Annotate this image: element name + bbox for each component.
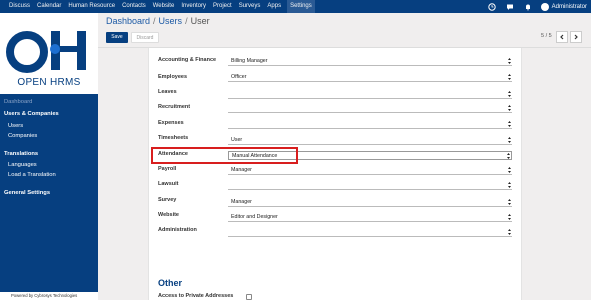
user-name[interactable]: Administrator	[552, 4, 587, 10]
attendance-highlight-box	[151, 147, 298, 164]
section-title-other: Other	[158, 278, 183, 288]
chevron-right-icon	[574, 34, 578, 40]
select-caret-icon	[508, 91, 511, 97]
select-administration[interactable]	[228, 228, 512, 237]
menu-human-resource[interactable]: Human Resource	[67, 0, 116, 13]
pager-counter[interactable]: 5 / 5	[541, 33, 552, 39]
select-caret-icon	[508, 105, 511, 111]
select-caret-icon	[508, 182, 511, 188]
select-caret-icon	[507, 153, 510, 159]
private-addresses-checkbox[interactable]	[246, 294, 252, 300]
sidebar-item-translations[interactable]: Translations	[4, 151, 38, 157]
field-label-lawsuit: Lawsuit	[158, 181, 179, 187]
field-label-private-addresses: Access to Private Addresses	[158, 293, 234, 299]
chat-icon[interactable]	[506, 3, 514, 11]
select-leaves[interactable]	[228, 90, 512, 99]
bell-icon[interactable]	[524, 3, 532, 11]
field-label-timesheets: Timesheets	[158, 135, 189, 141]
field-label-expenses: Expenses	[158, 120, 184, 126]
select-accounting-value: Billing Manager	[231, 58, 268, 64]
select-survey-value: Manager	[231, 199, 252, 205]
select-caret-icon	[508, 137, 511, 143]
select-timesheets-value: User	[231, 137, 243, 143]
select-lawsuit[interactable]	[228, 181, 512, 190]
menu-contacts[interactable]: Contacts	[121, 0, 147, 13]
breadcrumb-dashboard[interactable]: Dashboard	[106, 16, 150, 26]
menu-website[interactable]: Website	[152, 0, 176, 13]
sidebar-item-general-settings[interactable]: General Settings	[4, 190, 50, 196]
select-website[interactable]: Editor and Designer	[228, 213, 512, 222]
breadcrumb-separator: /	[153, 16, 156, 26]
menu-discuss[interactable]: Discuss	[8, 0, 31, 13]
select-caret-icon	[508, 58, 511, 64]
select-caret-icon	[508, 167, 511, 173]
breadcrumb-users[interactable]: Users	[159, 16, 183, 26]
discard-button[interactable]: Discard	[131, 32, 159, 43]
select-website-value: Editor and Designer	[231, 214, 278, 220]
top-navbar: Discuss Calendar Human Resource Contacts…	[0, 0, 591, 13]
breadcrumb-separator: /	[185, 16, 188, 26]
select-caret-icon	[508, 199, 511, 205]
sidebar-item-load-translation[interactable]: Load a Translation	[8, 172, 56, 178]
systray: Administrator	[478, 0, 587, 13]
chevron-left-icon	[560, 34, 564, 40]
clock-icon[interactable]	[487, 2, 496, 11]
sidebar-item-dashboard[interactable]: Dashboard	[4, 99, 32, 105]
select-employees-value: Officer	[231, 74, 247, 80]
field-label-survey: Survey	[158, 197, 177, 203]
select-caret-icon	[508, 214, 511, 220]
pager-previous-button[interactable]	[556, 31, 568, 43]
breadcrumb: Dashboard / Users / User	[106, 16, 210, 26]
menu-surveys[interactable]: Surveys	[238, 0, 262, 13]
select-caret-icon	[508, 74, 511, 80]
sidebar-item-users[interactable]: Users	[8, 123, 23, 129]
select-payroll[interactable]: Manager	[228, 166, 512, 175]
logo: OPEN HRMS	[0, 13, 98, 94]
pager-next-button[interactable]	[570, 31, 582, 43]
powered-by: Powered by Cybrosys Technologies	[0, 292, 98, 300]
app-menu: Discuss Calendar Human Resource Contacts…	[8, 0, 320, 13]
menu-inventory[interactable]: Inventory	[180, 0, 207, 13]
logo-text: OPEN HRMS	[17, 77, 81, 88]
select-accounting[interactable]: Billing Manager	[228, 57, 512, 66]
sidebar-item-companies[interactable]: Companies	[8, 133, 37, 139]
select-survey[interactable]: Manager	[228, 198, 512, 207]
field-label-recruitment: Recruitment	[158, 104, 191, 110]
menu-project[interactable]: Project	[212, 0, 233, 13]
menu-calendar[interactable]: Calendar	[36, 0, 62, 13]
select-payroll-value: Manager	[231, 167, 252, 173]
user-avatar[interactable]	[540, 2, 549, 11]
menu-apps[interactable]: Apps	[266, 0, 282, 13]
select-employees[interactable]: Officer	[228, 73, 512, 82]
save-button[interactable]: Save	[106, 32, 128, 43]
field-label-employees: Employees	[158, 74, 188, 80]
select-timesheets[interactable]: User	[228, 136, 512, 145]
select-expenses[interactable]	[228, 120, 512, 129]
field-label-administration: Administration	[158, 227, 197, 233]
sidebar: OPEN HRMS Dashboard Users & Companies Us…	[0, 13, 98, 300]
field-label-leaves: Leaves	[158, 89, 177, 95]
field-label-accounting: Accounting & Finance	[158, 57, 217, 63]
breadcrumb-current: User	[190, 16, 210, 26]
open-hrms-logo-icon	[6, 31, 86, 73]
select-caret-icon	[508, 121, 511, 127]
field-label-website: Website	[158, 212, 179, 218]
sidebar-item-languages[interactable]: Languages	[8, 162, 37, 168]
field-label-payroll: Payroll	[158, 166, 177, 172]
sidebar-item-users-companies[interactable]: Users & Companies	[4, 111, 59, 117]
menu-settings[interactable]: Settings	[287, 0, 315, 13]
select-recruitment[interactable]	[228, 104, 512, 113]
select-caret-icon	[508, 229, 511, 235]
